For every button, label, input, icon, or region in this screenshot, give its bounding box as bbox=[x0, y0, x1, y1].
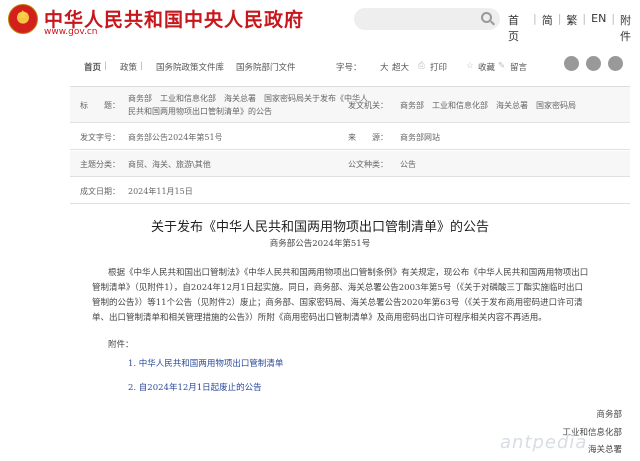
info-row-topic: 主题分类： 商贸、海关、旅游\其他 公文种类： 公告 bbox=[70, 151, 630, 177]
breadcrumb-policy[interactable]: 政策 bbox=[120, 61, 137, 73]
info-title-label: 标 题： bbox=[80, 101, 120, 110]
info-type-label: 公文种类： bbox=[348, 160, 388, 169]
info-source-label: 来 源： bbox=[348, 133, 388, 142]
top-nav: 首页 | 简 | 繁 | EN | 附件 bbox=[508, 12, 640, 44]
breadcrumb-department-docs[interactable]: 国务院部门文件 bbox=[236, 61, 296, 73]
signatory-mofcom: 商务部 bbox=[596, 410, 622, 420]
info-title-value-2: 民共和国两用物项出口管制清单》的公告 bbox=[128, 107, 272, 116]
info-title-value-1: 商务部 工业和信息化部 海关总署 国家密码局关于发布《中华人 bbox=[128, 94, 368, 103]
info-row-title: 标 题： 商务部 工业和信息化部 海关总署 国家密码局关于发布《中华人 民共和国… bbox=[70, 87, 630, 123]
favorite-icon[interactable]: ☆ bbox=[466, 61, 474, 71]
info-docno-value: 商务部公告2024年第51号 bbox=[128, 133, 223, 142]
print-button[interactable]: 打印 bbox=[430, 61, 447, 73]
nav-attachment[interactable]: 附件 bbox=[620, 12, 640, 44]
info-issuer-label: 发文机关： bbox=[348, 101, 388, 110]
nav-english[interactable]: EN bbox=[591, 12, 606, 44]
breadcrumb-home[interactable]: 首页 bbox=[84, 61, 101, 73]
info-docno-label: 发文字号： bbox=[80, 133, 120, 142]
body-line: 单、出口管制清单和相关管理措施的公告》）所附《商用密码出口管制清单》及商用密码出… bbox=[92, 313, 547, 323]
weibo-icon[interactable] bbox=[564, 56, 579, 71]
body-line: 管制的公告》）等11个公告（见附件2）废止；商务部、国家密码局、海关总署公告20… bbox=[92, 298, 583, 308]
info-row-date: 成文日期： 2024年11月15日 bbox=[70, 178, 630, 204]
info-row-docno: 发文字号： 商务部公告2024年第51号 来 源： 商务部网站 bbox=[70, 124, 630, 150]
info-topic-value: 商贸、海关、旅游\其他 bbox=[128, 160, 211, 169]
document-number: 商务部公告2024年第51号 bbox=[269, 239, 371, 249]
print-icon[interactable]: ⎙ bbox=[418, 61, 425, 71]
body-line: 管制清单》（见附件1），自2024年12月1日起实施。同日，商务部、海关总署公告… bbox=[92, 283, 584, 293]
attachment-link-2[interactable]: 2. 自2024年12月1日起废止的公告 bbox=[128, 381, 262, 393]
site-header: 中华人民共和国中央人民政府 www.gov.cn 首页 | 简 | 繁 | EN… bbox=[0, 0, 640, 44]
site-url: www.gov.cn bbox=[44, 27, 98, 37]
info-source-value: 商务部网站 bbox=[400, 133, 440, 142]
search-icon[interactable] bbox=[481, 12, 492, 23]
nav-traditional[interactable]: 繁 bbox=[566, 12, 577, 44]
signatory-customs: 海关总署 bbox=[587, 445, 622, 455]
watermark-logo: antpedia bbox=[500, 432, 588, 453]
info-date-value: 2024年11月15日 bbox=[128, 187, 193, 196]
wechat-icon[interactable] bbox=[586, 56, 601, 71]
attachment-link-1[interactable]: 1. 中华人民共和国两用物项出口管制清单 bbox=[128, 357, 283, 369]
info-issuer-value: 商务部 工业和信息化部 海关总署 国家密码局 bbox=[400, 101, 576, 110]
breadcrumb-policy-library[interactable]: 国务院政策文件库 bbox=[156, 61, 224, 73]
nav-home[interactable]: 首页 bbox=[508, 12, 528, 44]
comment-button[interactable]: 留言 bbox=[510, 61, 527, 73]
breadcrumb: 首页 | 政策 | 国务院政策文件库 | 国务院部门文件 字号： 大 超大 ⎙ … bbox=[70, 55, 640, 77]
attachments-label: 附件： bbox=[108, 340, 134, 350]
document-info-table: 标 题： 商务部 工业和信息化部 海关总署 国家密码局关于发布《中华人 民共和国… bbox=[70, 86, 630, 204]
favorite-button[interactable]: 收藏 bbox=[478, 61, 495, 73]
nav-simplified[interactable]: 简 bbox=[542, 12, 553, 44]
document-title: 关于发布《中华人民共和国两用物项出口管制清单》的公告 bbox=[150, 220, 489, 235]
font-size-label: 字号： bbox=[336, 63, 362, 73]
info-date-label: 成文日期： bbox=[80, 187, 120, 196]
qzone-icon[interactable] bbox=[608, 56, 623, 71]
national-emblem-icon[interactable] bbox=[8, 4, 38, 34]
info-type-value: 公告 bbox=[400, 160, 416, 169]
font-big-button[interactable]: 大 bbox=[380, 61, 389, 73]
comment-icon[interactable]: ✎ bbox=[498, 61, 505, 71]
search-input[interactable] bbox=[354, 8, 500, 30]
body-line: 根据《中华人民共和国出口管制法》《中华人民共和国两用物项出口管制条例》有关规定，… bbox=[108, 268, 589, 278]
info-topic-label: 主题分类： bbox=[80, 160, 120, 169]
font-bigger-button[interactable]: 超大 bbox=[392, 61, 409, 73]
